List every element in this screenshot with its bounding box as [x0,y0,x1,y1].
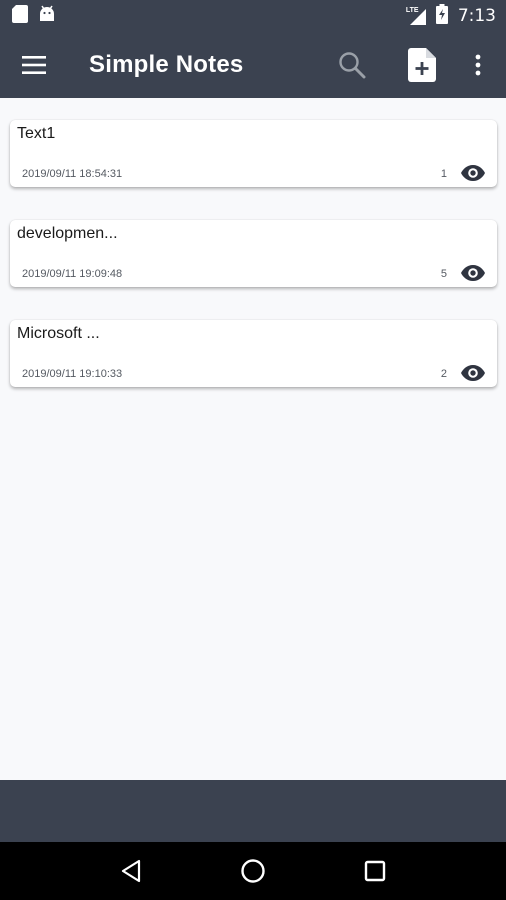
note-date: 2019/09/11 19:09:48 [22,268,123,280]
search-button[interactable] [322,32,382,98]
eye-icon[interactable] [461,265,485,281]
home-button[interactable] [223,842,283,900]
back-icon [121,859,141,883]
bottom-banner [0,780,506,842]
menu-button[interactable] [0,32,68,98]
menu-icon [22,56,46,74]
eye-icon[interactable] [461,165,485,181]
status-time: 7:13 [457,6,496,26]
app-title: Simple Notes [89,51,244,78]
back-button[interactable] [101,842,161,900]
add-note-button[interactable] [394,32,450,98]
system-nav-bar [0,842,506,900]
screen: LTE 7:13 Simple Notes Text1 2019/09/11 1… [0,0,506,900]
note-title: Text1 [17,125,56,142]
more-vert-icon [475,54,481,76]
notes-list: Text1 2019/09/11 18:54:31 1 developmen..… [0,98,506,780]
home-icon [241,859,265,883]
status-left [12,4,56,28]
note-date: 2019/09/11 18:54:31 [22,168,123,180]
note-card[interactable]: Text1 2019/09/11 18:54:31 1 [10,120,497,187]
eye-icon[interactable] [461,365,485,381]
battery-charging-icon [435,3,448,29]
note-view-count: 1 [440,168,447,180]
recents-button[interactable] [345,842,405,900]
note-title: Microsoft ... [17,325,100,342]
search-icon [339,52,366,79]
recents-icon [364,860,386,882]
note-date: 2019/09/11 19:10:33 [22,368,123,380]
status-right: LTE 7:13 [406,3,496,29]
android-icon [38,5,56,28]
status-bar: LTE 7:13 [0,0,506,32]
more-options-button[interactable] [450,32,506,98]
note-card[interactable]: developmen... 2019/09/11 19:09:48 5 [10,220,497,287]
note-view-count: 5 [440,268,447,280]
lte-signal-icon: LTE [406,7,426,25]
note-view-count: 2 [440,368,447,380]
app-bar: Simple Notes [0,32,506,98]
add-note-icon [408,48,436,82]
note-title: developmen... [17,225,118,242]
sd-card-icon [12,4,28,28]
note-card[interactable]: Microsoft ... 2019/09/11 19:10:33 2 [10,320,497,387]
